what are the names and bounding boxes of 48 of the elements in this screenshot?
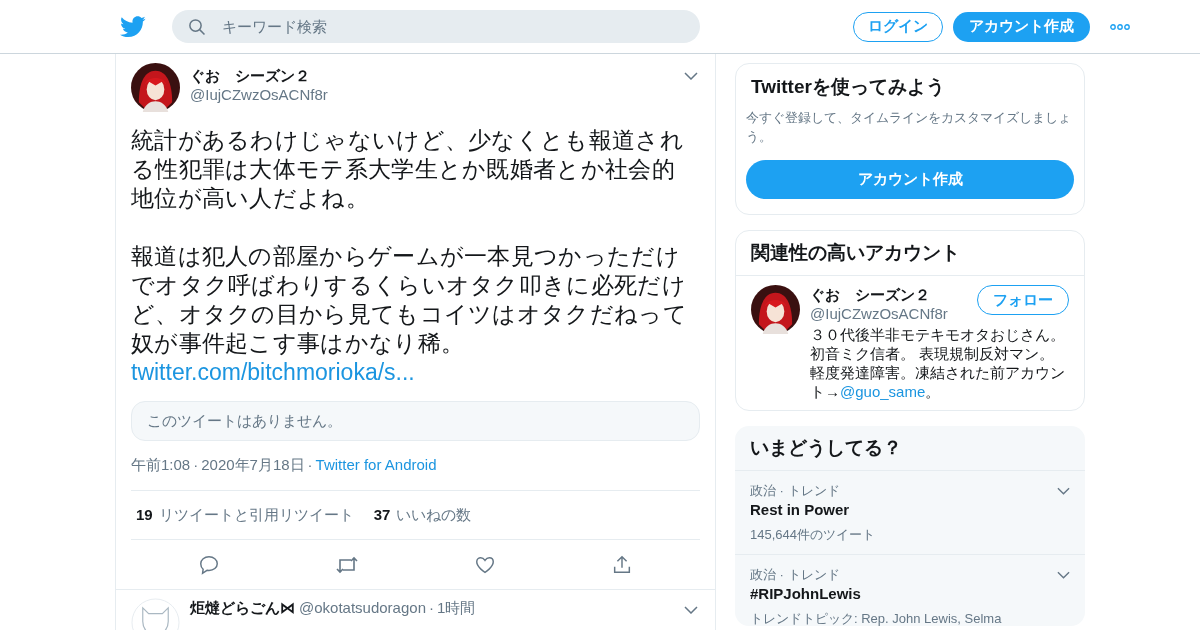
tweet-time: 午前1:08	[131, 454, 191, 475]
stat-label[interactable]: リツイートと引用リツイート	[158, 503, 354, 527]
tweet-date: 2020年7月18日	[201, 454, 305, 475]
card-title: 関連性の高いアカウント	[736, 231, 1084, 276]
user-bio: ３０代後半非モテキモオタおじさん。初音ミク信者。 表現規制反対マン。軽度発達障害。凍結された前アカウント→@guo_same。	[810, 325, 1066, 401]
trend-name: Rest in Power	[750, 500, 851, 520]
bird-logo-icon[interactable]	[120, 15, 146, 38]
chevron-down-icon[interactable]	[684, 72, 698, 80]
avatar[interactable]	[751, 285, 800, 334]
signup-button[interactable]: アカウント作成	[953, 11, 1090, 42]
user-handle[interactable]: @okotatsudoragon	[299, 596, 426, 620]
stat-count[interactable]: 37	[373, 503, 391, 527]
chevron-down-icon[interactable]	[1057, 486, 1070, 495]
card-title: いまどうしてる？	[735, 426, 1085, 471]
mention-link[interactable]: @guo_same	[840, 383, 926, 400]
user-handle[interactable]: @IujCZwzOsACNf8r	[810, 304, 977, 323]
user-name[interactable]: ぐお シーズン２	[190, 66, 684, 85]
trend-name: #RIPJohnLewis	[750, 584, 862, 604]
separator-dot: ·	[193, 454, 199, 475]
tweet-link[interactable]: twitter.com/bitchmorioka/s...	[131, 358, 700, 387]
source-link[interactable]: Twitter for Android	[315, 453, 437, 477]
chevron-down-icon[interactable]	[684, 606, 698, 614]
trend-context: 政治 · トレンド	[750, 566, 840, 584]
reply-icon[interactable]	[198, 553, 221, 576]
trend-item[interactable]: 政治 · トレンド Rest in Power 145,644件のツイート	[735, 471, 1085, 555]
stat-label[interactable]: いいねの数	[396, 503, 472, 527]
reply-time[interactable]: 1時間	[437, 596, 476, 620]
search-icon	[188, 18, 206, 36]
chevron-down-icon[interactable]	[1057, 570, 1070, 579]
avatar[interactable]	[131, 63, 180, 112]
user-handle[interactable]: @IujCZwzOsACNf8r	[190, 85, 684, 104]
tweet-text: 統計があるわけじゃないけど、少なくとも報道される性犯罪は大体モテ系大学生とか既婚者とか社会的地位が高い人だよね。	[131, 126, 685, 213]
trend-item[interactable]: 政治 · トレンド #RIPJohnLewis トレンドトピック: Rep. John Lewis, Selma	[735, 555, 1085, 626]
separator-dot: ·	[429, 597, 434, 618]
user-name[interactable]: ぐお シーズン２	[810, 285, 977, 304]
more-icon[interactable]	[1110, 23, 1130, 30]
trend-meta: 145,644件のツイート	[750, 526, 876, 544]
signup-button[interactable]: アカウント作成	[746, 160, 1074, 199]
tweet-text: 報道は犯人の部屋からゲームが一本見つかっただけでオタク呼ばわりするくらいオタク叩きに必死だけど、オタクの目から見てもコイツはオタクだねって奴が事件起こす事はかなり稀。	[131, 242, 688, 358]
trend-meta: トレンドトピック: Rep. John Lewis, Selma	[750, 610, 1003, 626]
unavailable-tweet-notice: このツイートはありません。	[131, 401, 700, 441]
trend-context: 政治 · トレンド	[750, 482, 840, 500]
stat-count[interactable]: 19	[136, 503, 153, 527]
search-field[interactable]: キーワード検索	[172, 10, 700, 43]
separator-dot: ·	[307, 454, 313, 475]
card-title: Twitterを使ってみよう	[750, 75, 946, 99]
card-text: 今すぐ登録して、タイムラインをカスタマイズしましょう。	[746, 109, 1072, 146]
user-name[interactable]: 炬燵どらごん⋈	[190, 596, 295, 620]
